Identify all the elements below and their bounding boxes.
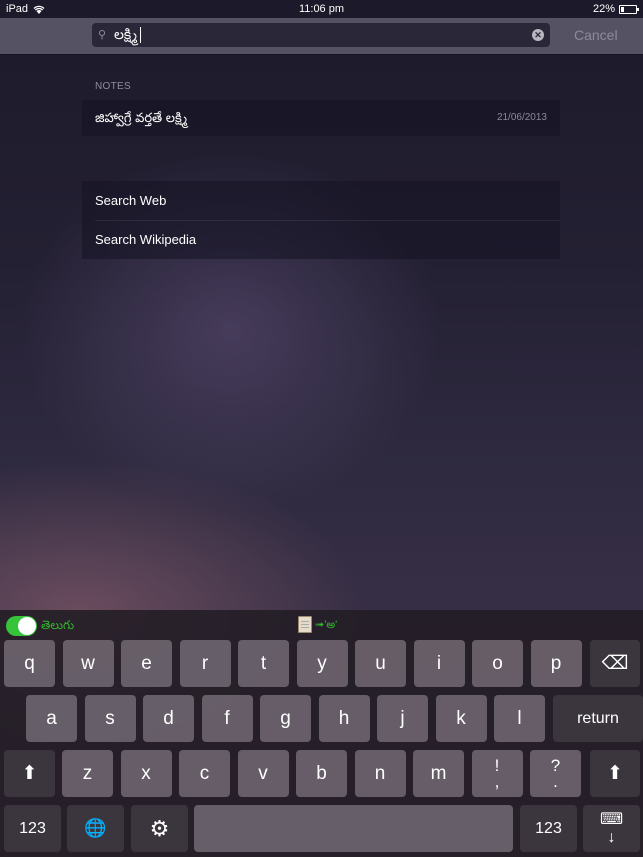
battery-icon [619, 4, 639, 14]
search-bar: ⚲ లక్ష్మి ✕ Cancel [0, 18, 643, 55]
language-label: తెలుగు [41, 618, 75, 632]
key-c[interactable]: c [179, 750, 230, 797]
globe-icon: 🌐 [84, 818, 107, 838]
search-web-button[interactable]: Search Web [82, 181, 560, 220]
text-caret [140, 27, 142, 44]
dismiss-keyboard-key[interactable]: ⌨ ↓ [583, 805, 640, 852]
search-input[interactable]: ⚲ లక్ష్మి ✕ [92, 23, 550, 47]
shift-key-right[interactable]: ⬆ [590, 750, 640, 797]
key-exclaim-comma[interactable]: !, [471, 750, 523, 797]
globe-key[interactable]: 🌐 [67, 805, 124, 852]
key-y[interactable]: y [296, 640, 348, 687]
clock: 11:06 pm [298, 3, 345, 15]
key-s[interactable]: s [84, 695, 136, 742]
key-w[interactable]: w [62, 640, 114, 687]
status-bar: iPad 11:06 pm 22% [0, 0, 643, 18]
search-icon: ⚲ [98, 29, 107, 41]
numbers-key-left[interactable]: 123 [4, 805, 61, 852]
key-i[interactable]: i [413, 640, 465, 687]
search-query: లక్ష్మి [114, 26, 138, 42]
search-wikipedia-button[interactable]: Search Wikipedia [82, 220, 560, 259]
keyboard: తెలుగు ➟'అ' q w e r t y u i o p ⌫ a s d f g h j k l return ⬆ z… [0, 610, 643, 857]
clipboard-icon[interactable] [298, 616, 312, 633]
key-m[interactable]: m [413, 750, 464, 797]
key-t[interactable]: t [238, 640, 289, 687]
key-r[interactable]: r [179, 640, 231, 687]
key-d[interactable]: d [143, 695, 194, 742]
note-result[interactable]: జిహ్వాగ్రే వర్తతే లక్ష్మి 21/06/2013 [82, 100, 560, 136]
cancel-button[interactable]: Cancel [574, 27, 618, 43]
key-p[interactable]: p [530, 640, 582, 687]
note-date: 21/06/2013 [496, 112, 547, 123]
shift-key-left[interactable]: ⬆ [4, 750, 55, 797]
numbers-key-right[interactable]: 123 [520, 805, 577, 852]
key-z[interactable]: z [62, 750, 113, 797]
key-u[interactable]: u [355, 640, 406, 687]
key-g[interactable]: g [260, 695, 311, 742]
clear-icon[interactable]: ✕ [532, 29, 544, 41]
key-q[interactable]: q [4, 640, 55, 687]
key-k[interactable]: k [435, 695, 487, 742]
shift-icon: ⬆ [21, 763, 38, 784]
key-a[interactable]: a [26, 695, 77, 742]
battery-percent: 22% [592, 3, 615, 15]
key-j[interactable]: j [377, 695, 428, 742]
key-n[interactable]: n [354, 750, 406, 797]
key-l[interactable]: l [494, 695, 545, 742]
notes-section-header: NOTES [95, 81, 131, 92]
search-actions: Search Web Search Wikipedia [82, 181, 560, 259]
keyboard-toolbar: తెలుగు ➟'అ' [0, 610, 643, 640]
dismiss-keyboard-icon: ⌨ ↓ [599, 810, 624, 846]
language-toggle[interactable] [6, 616, 37, 636]
delete-icon: ⌫ [601, 653, 629, 674]
key-f[interactable]: f [201, 695, 253, 742]
search-wikipedia-label: Search Wikipedia [95, 232, 197, 247]
delete-key[interactable]: ⌫ [590, 640, 640, 687]
shift-icon: ⬆ [607, 763, 623, 784]
key-question-period[interactable]: ?. [530, 750, 581, 797]
settings-key[interactable]: ⚙ [131, 805, 188, 852]
key-h[interactable]: h [318, 695, 370, 742]
clipboard-hint: ➟'అ' [315, 619, 338, 631]
key-o[interactable]: o [472, 640, 523, 687]
settings-icon: ⚙ [149, 815, 170, 841]
return-key[interactable]: return [553, 695, 643, 742]
key-x[interactable]: x [120, 750, 172, 797]
key-b[interactable]: b [296, 750, 347, 797]
toggle-knob [18, 617, 36, 635]
search-web-label: Search Web [95, 193, 167, 208]
key-e[interactable]: e [121, 640, 172, 687]
key-v[interactable]: v [237, 750, 289, 797]
space-key[interactable] [194, 805, 513, 852]
note-title: జిహ్వాగ్రే వర్తతే లక్ష్మి [95, 110, 188, 125]
